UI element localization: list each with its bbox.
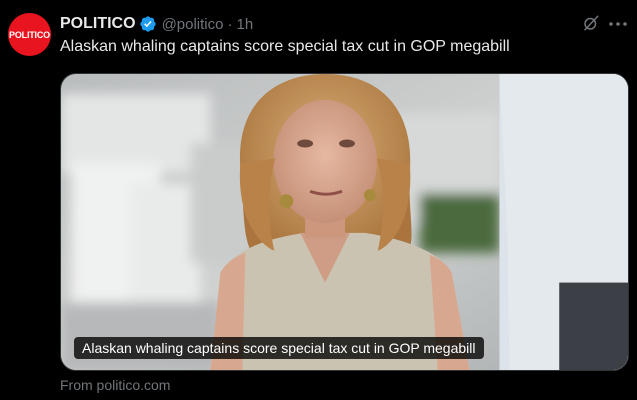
link-card[interactable]: Alaskan whaling captains score special t… [60, 73, 629, 371]
timestamp[interactable]: 1h [236, 16, 253, 33]
card-source[interactable]: From politico.com [60, 377, 170, 393]
avatar[interactable]: POLITICO [8, 13, 51, 56]
separator-dot: · [227, 15, 233, 33]
account-handle[interactable]: @politico [162, 16, 224, 33]
article-photo [61, 74, 628, 370]
account-name[interactable]: POLITICO [60, 15, 136, 33]
card-caption[interactable]: Alaskan whaling captains score special t… [74, 337, 484, 359]
grok-icon[interactable] [582, 14, 600, 32]
verified-badge-icon[interactable] [139, 15, 157, 33]
avatar-logo-text: POLITICO [9, 29, 50, 40]
more-icon[interactable] [607, 14, 629, 34]
tweet-header: POLITICO @politico · 1h [60, 13, 253, 35]
tweet-text: Alaskan whaling captains score special t… [60, 38, 510, 55]
